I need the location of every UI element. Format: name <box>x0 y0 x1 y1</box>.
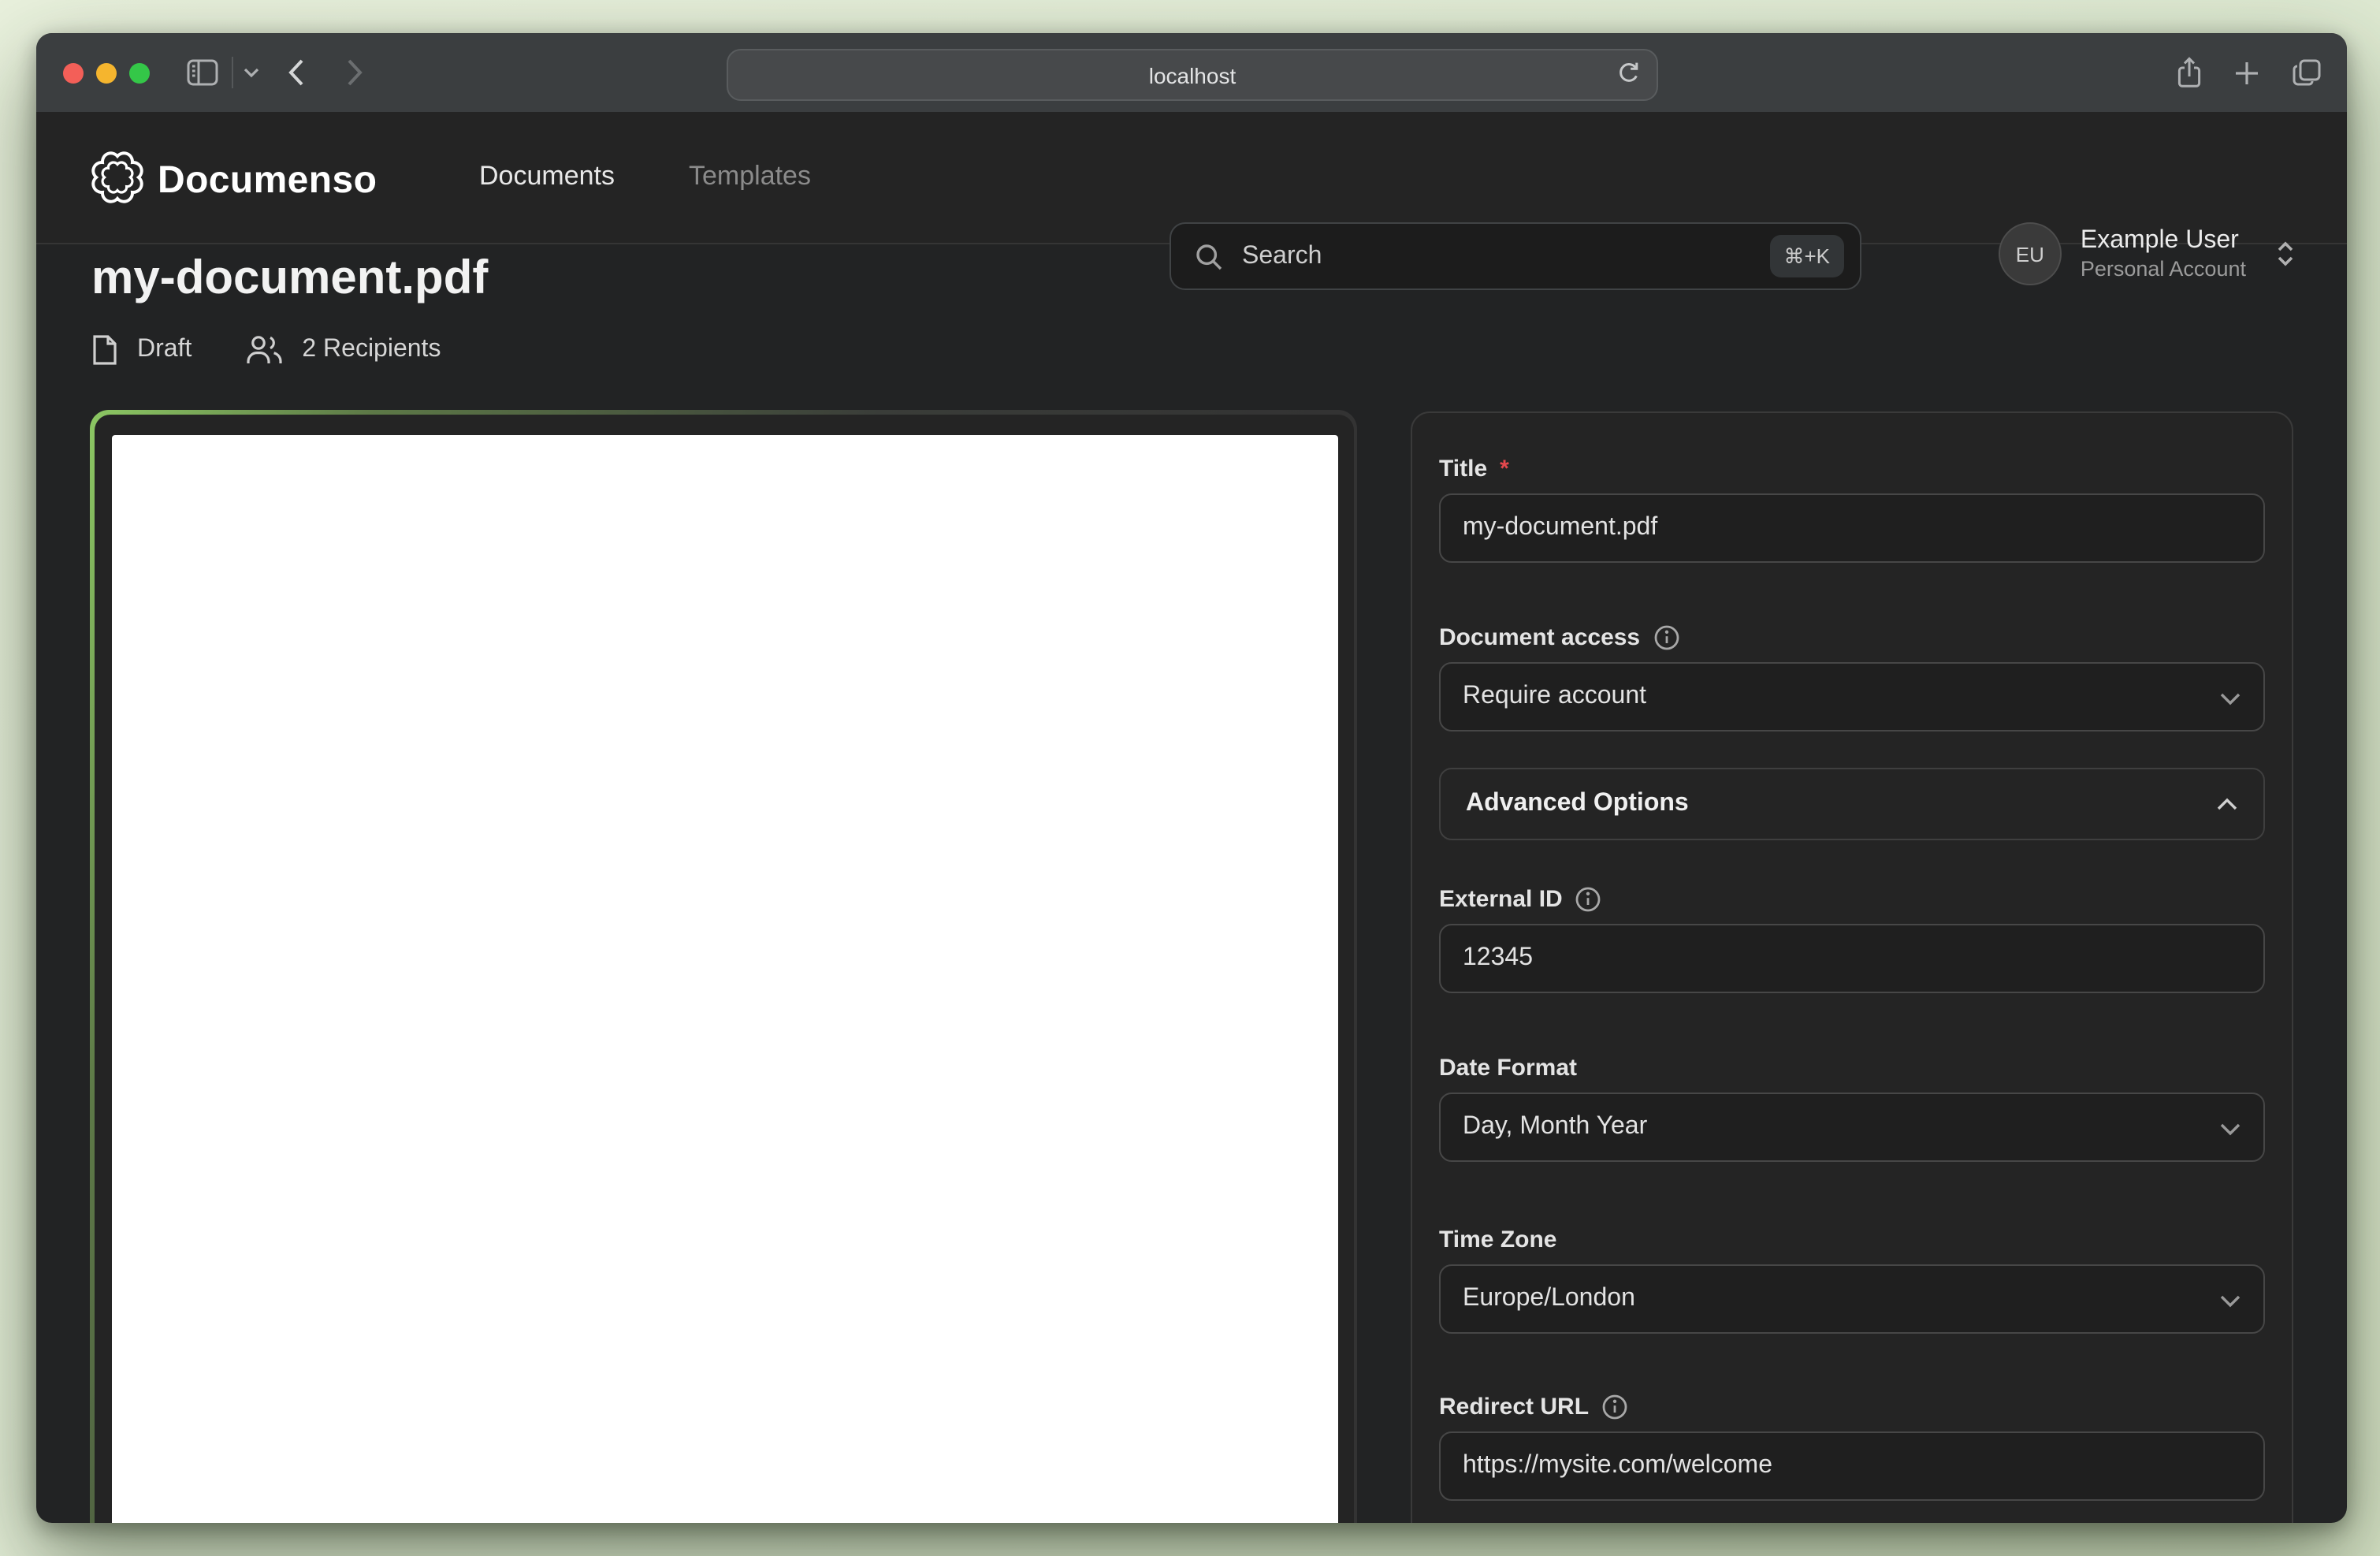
account-texts: Example User Personal Account <box>2081 225 2246 282</box>
title-label: Title * <box>1439 454 2265 482</box>
info-icon[interactable] <box>1575 885 1602 912</box>
document-viewer <box>90 410 1357 1523</box>
zoom-window-button[interactable] <box>129 62 150 83</box>
advanced-options-toggle[interactable]: Advanced Options <box>1439 768 2265 840</box>
new-tab-icon[interactable] <box>2233 33 2260 112</box>
required-asterisk: * <box>1500 455 1509 482</box>
brand-name: Documenso <box>158 159 377 203</box>
file-icon <box>91 334 118 366</box>
page-title: my-document.pdf <box>91 252 488 306</box>
desktop: localhost <box>0 0 2380 1556</box>
forward-button[interactable] <box>345 33 364 112</box>
refresh-icon[interactable] <box>1616 60 1642 91</box>
document-access-select[interactable]: Require account <box>1439 662 2265 731</box>
document-viewer-inner <box>94 414 1353 1523</box>
timezone-label: Time Zone <box>1439 1225 2265 1253</box>
toolbar-divider <box>232 57 233 88</box>
avatar: EU <box>1999 222 2062 285</box>
search-input[interactable]: Search ⌘+K <box>1170 222 1861 290</box>
nav-templates[interactable]: Templates <box>689 161 811 192</box>
timezone-select[interactable]: Europe/London <box>1439 1264 2265 1334</box>
nav-documents[interactable]: Documents <box>479 161 615 192</box>
pdf-page <box>111 434 1337 1523</box>
external-id-input[interactable] <box>1439 924 2265 993</box>
account-name: Example User <box>2081 225 2246 255</box>
browser-toolbar: localhost <box>36 33 2347 114</box>
share-icon[interactable] <box>2175 33 2203 112</box>
account-type: Personal Account <box>2081 255 2246 282</box>
app-header: Documenso Documents Templates Search ⌘+K… <box>36 112 2347 244</box>
redirect-url-label: Redirect URL <box>1439 1392 2265 1420</box>
recipients-count: 2 Recipients <box>302 336 441 364</box>
info-icon[interactable] <box>1653 624 1679 650</box>
brand-logo[interactable]: Documenso <box>91 151 377 211</box>
search-placeholder: Search <box>1242 242 1322 270</box>
search-shortcut-badge: ⌘+K <box>1769 235 1844 277</box>
search-icon <box>1193 240 1225 272</box>
chevron-down-icon <box>2219 1288 2241 1316</box>
external-id-label: External ID <box>1439 884 2265 913</box>
status-badge: Draft <box>137 336 192 364</box>
browser-window: localhost <box>36 33 2347 1523</box>
chevron-down-icon <box>2219 1116 2241 1145</box>
document-access-label: Document access <box>1439 623 2265 651</box>
back-button[interactable] <box>287 33 306 112</box>
url-text: localhost <box>1149 62 1236 87</box>
status-row: Draft 2 Recipients <box>91 334 441 366</box>
tab-overview-icon[interactable] <box>2292 33 2322 112</box>
documenso-seal-icon <box>91 151 143 211</box>
chevron-down-icon <box>2219 686 2241 714</box>
minimize-window-button[interactable] <box>96 62 117 83</box>
redirect-url-input[interactable] <box>1439 1431 2265 1501</box>
close-window-button[interactable] <box>63 62 84 83</box>
users-icon <box>245 334 283 366</box>
info-icon[interactable] <box>1601 1393 1628 1420</box>
sidebar-toggle-icon[interactable] <box>186 33 219 112</box>
title-input[interactable] <box>1439 493 2265 563</box>
chevron-up-icon <box>2216 797 2238 811</box>
url-field[interactable]: localhost <box>727 49 1658 101</box>
sidebar-menu-chevron-icon[interactable] <box>243 33 260 112</box>
account-menu[interactable]: EU Example User Personal Account <box>1999 222 2296 285</box>
date-format-select[interactable]: Day, Month Year <box>1439 1093 2265 1162</box>
document-settings-panel: Title * Document access Require account <box>1411 411 2293 1523</box>
chevrons-up-down-icon <box>2274 240 2296 268</box>
date-format-label: Date Format <box>1439 1053 2265 1081</box>
